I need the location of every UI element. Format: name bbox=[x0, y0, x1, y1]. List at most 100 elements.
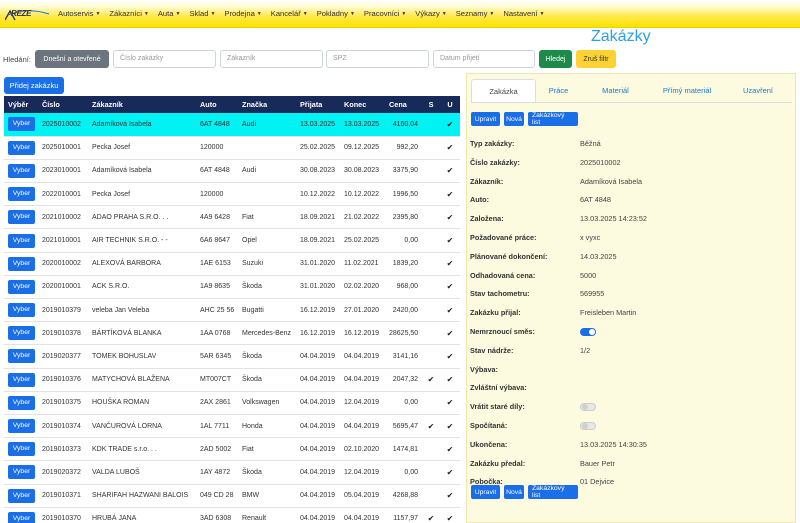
cell-zakaznik: TOMEK BOHUSLAV bbox=[88, 344, 196, 369]
order-sheet-button[interactable]: Zakázkový list bbox=[528, 112, 578, 126]
edit-button-bottom[interactable]: Upravit bbox=[471, 485, 500, 499]
tab-zakazka[interactable]: Zakázka bbox=[471, 79, 536, 102]
select-row-button[interactable]: Vyber bbox=[8, 187, 35, 202]
table-row[interactable]: Vyber 2019020377 TOMEK BOHUSLAV 5AR 6345 Ško… bbox=[4, 344, 460, 369]
select-row-button[interactable]: Vyber bbox=[8, 488, 35, 503]
nav-vykazy[interactable]: Výkazy ▼ bbox=[415, 9, 446, 18]
select-cell: Vyber bbox=[4, 507, 38, 523]
order-sheet-button-bottom[interactable]: Zakázkový list bbox=[528, 485, 578, 499]
edit-button[interactable]: Upravit bbox=[471, 112, 500, 126]
select-row-button[interactable]: Vyber bbox=[8, 303, 35, 318]
table-row[interactable]: Vyber 2019010371 SHARIFAH HAZWANI BALOIS 04… bbox=[4, 484, 460, 508]
toggle-spocitana[interactable] bbox=[580, 422, 596, 430]
select-row-button[interactable]: Vyber bbox=[8, 256, 35, 271]
select-row-button[interactable]: Vyber bbox=[8, 511, 35, 523]
col-header-auto[interactable]: Auto bbox=[196, 96, 238, 113]
select-row-button[interactable]: Vyber bbox=[8, 395, 35, 410]
col-header-znacka[interactable]: Značka bbox=[238, 96, 296, 113]
select-row-button[interactable]: Vyber bbox=[8, 279, 35, 294]
select-cell: Vyber bbox=[4, 205, 38, 230]
nav-pracovnici[interactable]: Pracovníci ▼ bbox=[364, 9, 406, 18]
select-row-button[interactable]: Vyber bbox=[8, 117, 35, 132]
select-row-button[interactable]: Vyber bbox=[8, 419, 35, 434]
col-header-s[interactable]: S bbox=[422, 96, 440, 113]
nav-autoservis[interactable]: Autoservis ▼ bbox=[58, 9, 100, 18]
col-header-zakaznik[interactable]: Zákazník bbox=[88, 96, 196, 113]
table-row[interactable]: Vyber 2019010370 HRUBÁ JANA 3AD 6308 Renault… bbox=[4, 507, 460, 523]
col-header-vyber[interactable]: Výběr bbox=[4, 96, 38, 113]
select-row-button[interactable]: Vyber bbox=[8, 442, 35, 457]
nav-auta[interactable]: Auta ▼ bbox=[158, 9, 181, 18]
table-row[interactable]: Vyber 2025010002 Adamíková Isabela 6AT 4848… bbox=[4, 113, 460, 137]
nav-sklad[interactable]: Sklad ▼ bbox=[189, 9, 215, 18]
select-row-button[interactable]: Vyber bbox=[8, 163, 35, 178]
table-row[interactable]: Vyber 2019010375 HOUŠKA ROMAN 2AX 2861 Volks… bbox=[4, 391, 460, 415]
table-row[interactable]: Vyber 2025010001 Pecka Josef 120000 25.02.20… bbox=[4, 136, 460, 160]
table-row[interactable]: Vyber 2023010001 Adamíková Isabela 6AT 4848… bbox=[4, 159, 460, 184]
cell-znacka: Škoda bbox=[238, 275, 296, 300]
col-header-u[interactable]: U bbox=[440, 96, 460, 113]
select-row-button[interactable]: Vyber bbox=[8, 372, 35, 387]
table-row[interactable]: Vyber 2019010374 VANČUROVÁ LORNA 1AL 7711 Ho… bbox=[4, 414, 460, 439]
cell-auto: 2AX 2861 bbox=[196, 391, 238, 415]
nav-zakaznici[interactable]: Zákazníci ▼ bbox=[109, 9, 148, 18]
cell-znacka bbox=[238, 136, 296, 160]
orders-table: Výběr Číslo Zákazník Auto Značka Přijata… bbox=[4, 96, 460, 523]
cell-prijata: 04.04.2019 bbox=[296, 344, 340, 369]
spz-input[interactable]: SPZ bbox=[326, 50, 429, 68]
cell-zakaznik: VANČUROVÁ LORNA bbox=[88, 414, 196, 439]
cell-znacka: Audi bbox=[238, 159, 296, 184]
today-open-button[interactable]: Dnešní a otevřené bbox=[35, 50, 109, 68]
tab-primy-material[interactable]: Přímý materiál bbox=[650, 79, 724, 102]
table-row[interactable]: Vyber 2019020372 VALDA LUBOŠ 1AY 4872 Škoda 0… bbox=[4, 460, 460, 485]
col-header-prijata[interactable]: Přijata bbox=[296, 96, 340, 113]
add-order-button[interactable]: Přidej zakázku bbox=[4, 77, 64, 94]
col-header-cislo[interactable]: Číslo bbox=[38, 96, 88, 113]
order-number-input[interactable]: Číslo zakázky bbox=[113, 50, 216, 68]
select-row-button[interactable]: Vyber bbox=[8, 140, 35, 155]
col-header-konec[interactable]: Konec bbox=[340, 96, 385, 113]
table-row[interactable]: Vyber 2019010376 MATYCHOVÁ BLAŽENA MT007CT Š… bbox=[4, 368, 460, 392]
cell-cislo: 2020010001 bbox=[38, 275, 88, 300]
cell-cislo: 2019020372 bbox=[38, 460, 88, 485]
detail-field-value: 14.03.2025 bbox=[580, 251, 617, 261]
search-button[interactable]: Hledej bbox=[539, 50, 572, 68]
new-button[interactable]: Nová bbox=[504, 112, 524, 126]
tab-material[interactable]: Materiál bbox=[581, 79, 650, 102]
cell-u: ✔ bbox=[440, 507, 460, 523]
nav-seznamy[interactable]: Seznamy ▼ bbox=[456, 9, 495, 18]
table-row[interactable]: Vyber 2021010001 AIR TECHNIK S.R.O. - -6A6… bbox=[4, 228, 460, 253]
select-cell: Vyber bbox=[4, 437, 38, 462]
select-row-button[interactable]: Vyber bbox=[8, 326, 35, 341]
select-row-button[interactable]: Vyber bbox=[8, 349, 35, 364]
col-header-cena[interactable]: Cena bbox=[385, 96, 422, 113]
table-row[interactable]: Vyber 2020010002 ALEXOVÁ BARBORA 1AE 6153 Su… bbox=[4, 252, 460, 276]
detail-actions-top: Upravit Nová Zakázkový list bbox=[471, 112, 578, 126]
detail-field-label: Auto: bbox=[470, 195, 490, 205]
table-row[interactable]: Vyber 2022010001 Pecka Josef 120000 10.12.20… bbox=[4, 182, 460, 207]
cell-cislo: 2021010001 bbox=[38, 228, 88, 253]
nav-nastaveni[interactable]: Nastavení ▼ bbox=[503, 9, 544, 18]
nav-kancelar[interactable]: Kancelář ▼ bbox=[271, 9, 308, 18]
nav-prodejna[interactable]: Prodejna ▼ bbox=[224, 9, 261, 18]
detail-actions-bottom: Upravit Nová Zakázkový list bbox=[471, 485, 578, 499]
toggle-nemrznouci-smes[interactable] bbox=[580, 328, 596, 336]
tab-uzavreni[interactable]: Uzavření bbox=[724, 79, 792, 102]
table-row[interactable]: Vyber 2020010001 ACK S.R.O. 1A9 8635 Škoda 31… bbox=[4, 275, 460, 300]
detail-field-label: Spočítaná: bbox=[470, 421, 508, 430]
select-row-button[interactable]: Vyber bbox=[8, 210, 35, 225]
table-row[interactable]: Vyber 2019010379 veleba Jan Veleba AHC 25 5… bbox=[4, 298, 460, 323]
toggle-vratit-stare-dily[interactable] bbox=[580, 403, 596, 412]
table-row[interactable]: Vyber 2021010002 ADAO PRAHA S.R.O. . . 4A9 … bbox=[4, 205, 460, 230]
date-received-input[interactable]: Datum přijetí bbox=[433, 50, 535, 68]
new-button-bottom[interactable]: Nová bbox=[504, 485, 524, 499]
select-row-button[interactable]: Vyber bbox=[8, 465, 35, 480]
app-logo[interactable]: REZE bbox=[5, 9, 50, 21]
select-row-button[interactable]: Vyber bbox=[8, 233, 35, 248]
tab-prace[interactable]: Práce bbox=[536, 79, 581, 102]
clear-filter-button[interactable]: Zruš filtr bbox=[576, 50, 616, 68]
table-row[interactable]: Vyber 2019010373 KDK TRADE s.r.o. . . 2AD 5… bbox=[4, 437, 460, 462]
nav-pokladny[interactable]: Pokladny ▼ bbox=[317, 9, 355, 18]
customer-input[interactable]: Zákazník bbox=[220, 50, 323, 68]
table-row[interactable]: Vyber 2019010378 BÁRTÍKOVÁ BLANKA 1AA 0768 M… bbox=[4, 321, 460, 346]
